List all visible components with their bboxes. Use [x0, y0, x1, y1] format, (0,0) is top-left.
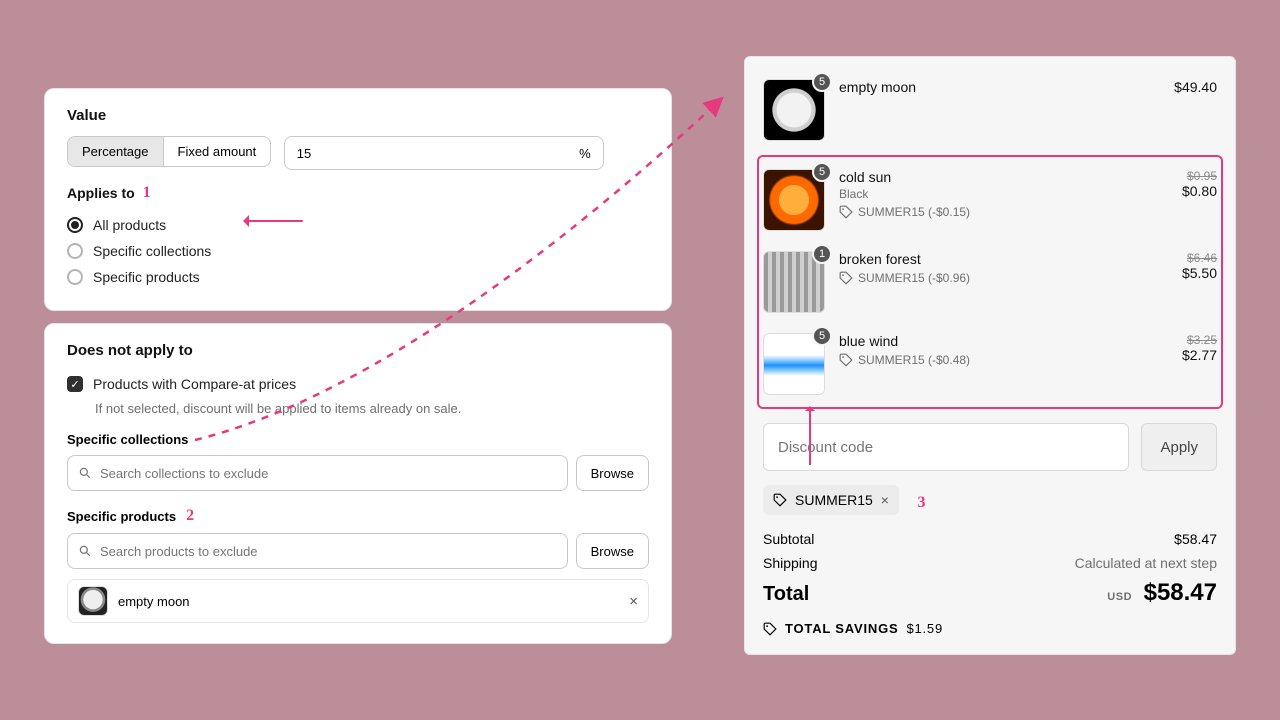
- cart-item-name: cold sun: [839, 169, 1143, 185]
- cart-item-discount-tag: SUMMER15 (-$0.15): [839, 205, 1143, 219]
- cart-item-discount-tag: SUMMER15 (-$0.96): [839, 271, 1143, 285]
- total-savings: TOTAL SAVINGS $1.59: [763, 621, 1217, 636]
- cart-item: 5 cold sun Black SUMMER15 (-$0.15) $0.95…: [763, 159, 1217, 241]
- admin-discount-panel: Value Percentage Fixed amount % Applies …: [44, 88, 672, 656]
- cart-item-discount-tag: SUMMER15 (-$0.48): [839, 353, 1143, 367]
- exclude-products-label: Specific products 2: [67, 507, 649, 525]
- checkout-cart-panel: 5 empty moon $49.40 5 cold sun Black SUM…: [744, 56, 1236, 655]
- cart-item-price: $2.77: [1157, 347, 1217, 363]
- radio-all-products[interactable]: All products: [67, 212, 649, 238]
- cart-item-name: broken forest: [839, 251, 1143, 267]
- browse-collections-button[interactable]: Browse: [576, 455, 649, 491]
- cart-item-price: $49.40: [1157, 79, 1217, 95]
- discounted-items-highlight: 5 cold sun Black SUMMER15 (-$0.15) $0.95…: [757, 155, 1223, 409]
- excluded-product-chip: empty moon ×: [67, 579, 649, 623]
- exclude-products-input[interactable]: [100, 544, 557, 559]
- value-heading: Value: [67, 107, 649, 124]
- cart-item-thumb: 5: [763, 169, 825, 231]
- compare-at-checkbox[interactable]: ✓ Products with Compare-at prices: [67, 371, 649, 397]
- percentage-button[interactable]: Percentage: [68, 137, 163, 166]
- annotation-arrow-icon: [237, 215, 303, 227]
- radio-icon: [67, 243, 83, 259]
- apply-button[interactable]: Apply: [1141, 423, 1217, 471]
- exclude-products-search[interactable]: [67, 533, 568, 569]
- discount-code-row: Apply: [763, 423, 1217, 471]
- cart-item-name: blue wind: [839, 333, 1143, 349]
- value-card: Value Percentage Fixed amount % Applies …: [44, 88, 672, 311]
- cart-item-variant: Black: [839, 187, 1143, 201]
- cart-item-thumb: 5: [763, 79, 825, 141]
- excluded-product-name: empty moon: [118, 594, 190, 609]
- discount-code-input[interactable]: [763, 423, 1129, 471]
- cart-item: 1 broken forest SUMMER15 (-$0.96) $6.46 …: [763, 241, 1217, 323]
- value-amount-input[interactable]: [297, 146, 357, 161]
- shipping-value: Calculated at next step: [1075, 555, 1217, 571]
- qty-badge: 5: [812, 72, 832, 92]
- callout-3: 3: [917, 494, 925, 512]
- cart-item-price: $0.80: [1157, 183, 1217, 199]
- exclude-card: Does not apply to ✓ Products with Compar…: [44, 323, 672, 644]
- tag-icon: [763, 622, 777, 636]
- applied-discount-pill: SUMMER15 ×: [763, 485, 899, 515]
- cart-item-orig-price: $6.46: [1157, 251, 1217, 265]
- tag-icon: [773, 493, 787, 507]
- excluded-product-thumb: [78, 586, 108, 616]
- total-value: $58.47: [1144, 579, 1217, 606]
- currency-label: USD: [1107, 591, 1132, 603]
- value-unit: %: [579, 146, 591, 161]
- cart-item-orig-price: $0.95: [1157, 169, 1217, 183]
- value-amount-field[interactable]: %: [284, 136, 604, 170]
- cart-item: 5 blue wind SUMMER15 (-$0.48) $3.25 $2.7…: [763, 323, 1217, 405]
- check-icon: ✓: [67, 376, 83, 392]
- qty-badge: 5: [812, 162, 832, 182]
- cart-item-name: empty moon: [839, 79, 1143, 95]
- exclude-collections-search[interactable]: [67, 455, 568, 491]
- callout-2: 2: [186, 507, 194, 525]
- applied-discount-code: SUMMER15: [795, 492, 873, 508]
- applies-to-radio-group: All products Specific collections Specif…: [67, 212, 649, 290]
- tag-icon: [839, 353, 853, 367]
- cart-item: 5 empty moon $49.40: [763, 69, 1217, 151]
- fixed-amount-button[interactable]: Fixed amount: [163, 137, 271, 166]
- cart-item-price: $5.50: [1157, 265, 1217, 281]
- subtotal-value: $58.47: [1174, 531, 1217, 547]
- radio-specific-products[interactable]: Specific products: [67, 264, 649, 290]
- browse-products-button[interactable]: Browse: [576, 533, 649, 569]
- radio-specific-collections[interactable]: Specific collections: [67, 238, 649, 264]
- radio-icon: [67, 217, 83, 233]
- remove-excluded-product[interactable]: ×: [629, 593, 638, 610]
- applies-to-heading: Applies to 1: [67, 184, 649, 202]
- search-icon: [78, 544, 92, 558]
- callout-1: 1: [143, 184, 151, 202]
- exclude-collections-label: Specific collections: [67, 432, 649, 447]
- qty-badge: 1: [812, 244, 832, 264]
- radio-icon: [67, 269, 83, 285]
- qty-badge: 5: [812, 326, 832, 346]
- cart-totals: Subtotal $58.47 Shipping Calculated at n…: [763, 531, 1217, 607]
- total-label: Total: [763, 583, 809, 606]
- tag-icon: [839, 205, 853, 219]
- cart-item-thumb: 1: [763, 251, 825, 313]
- exclude-collections-input[interactable]: [100, 466, 557, 481]
- shipping-label: Shipping: [763, 555, 818, 571]
- remove-discount[interactable]: ×: [881, 492, 889, 508]
- cart-item-orig-price: $3.25: [1157, 333, 1217, 347]
- search-icon: [78, 466, 92, 480]
- value-type-segment: Percentage Fixed amount: [67, 136, 271, 167]
- tag-icon: [839, 271, 853, 285]
- subtotal-label: Subtotal: [763, 531, 814, 547]
- exclude-heading: Does not apply to: [67, 342, 649, 359]
- cart-item-thumb: 5: [763, 333, 825, 395]
- compare-at-hint: If not selected, discount will be applie…: [95, 401, 649, 416]
